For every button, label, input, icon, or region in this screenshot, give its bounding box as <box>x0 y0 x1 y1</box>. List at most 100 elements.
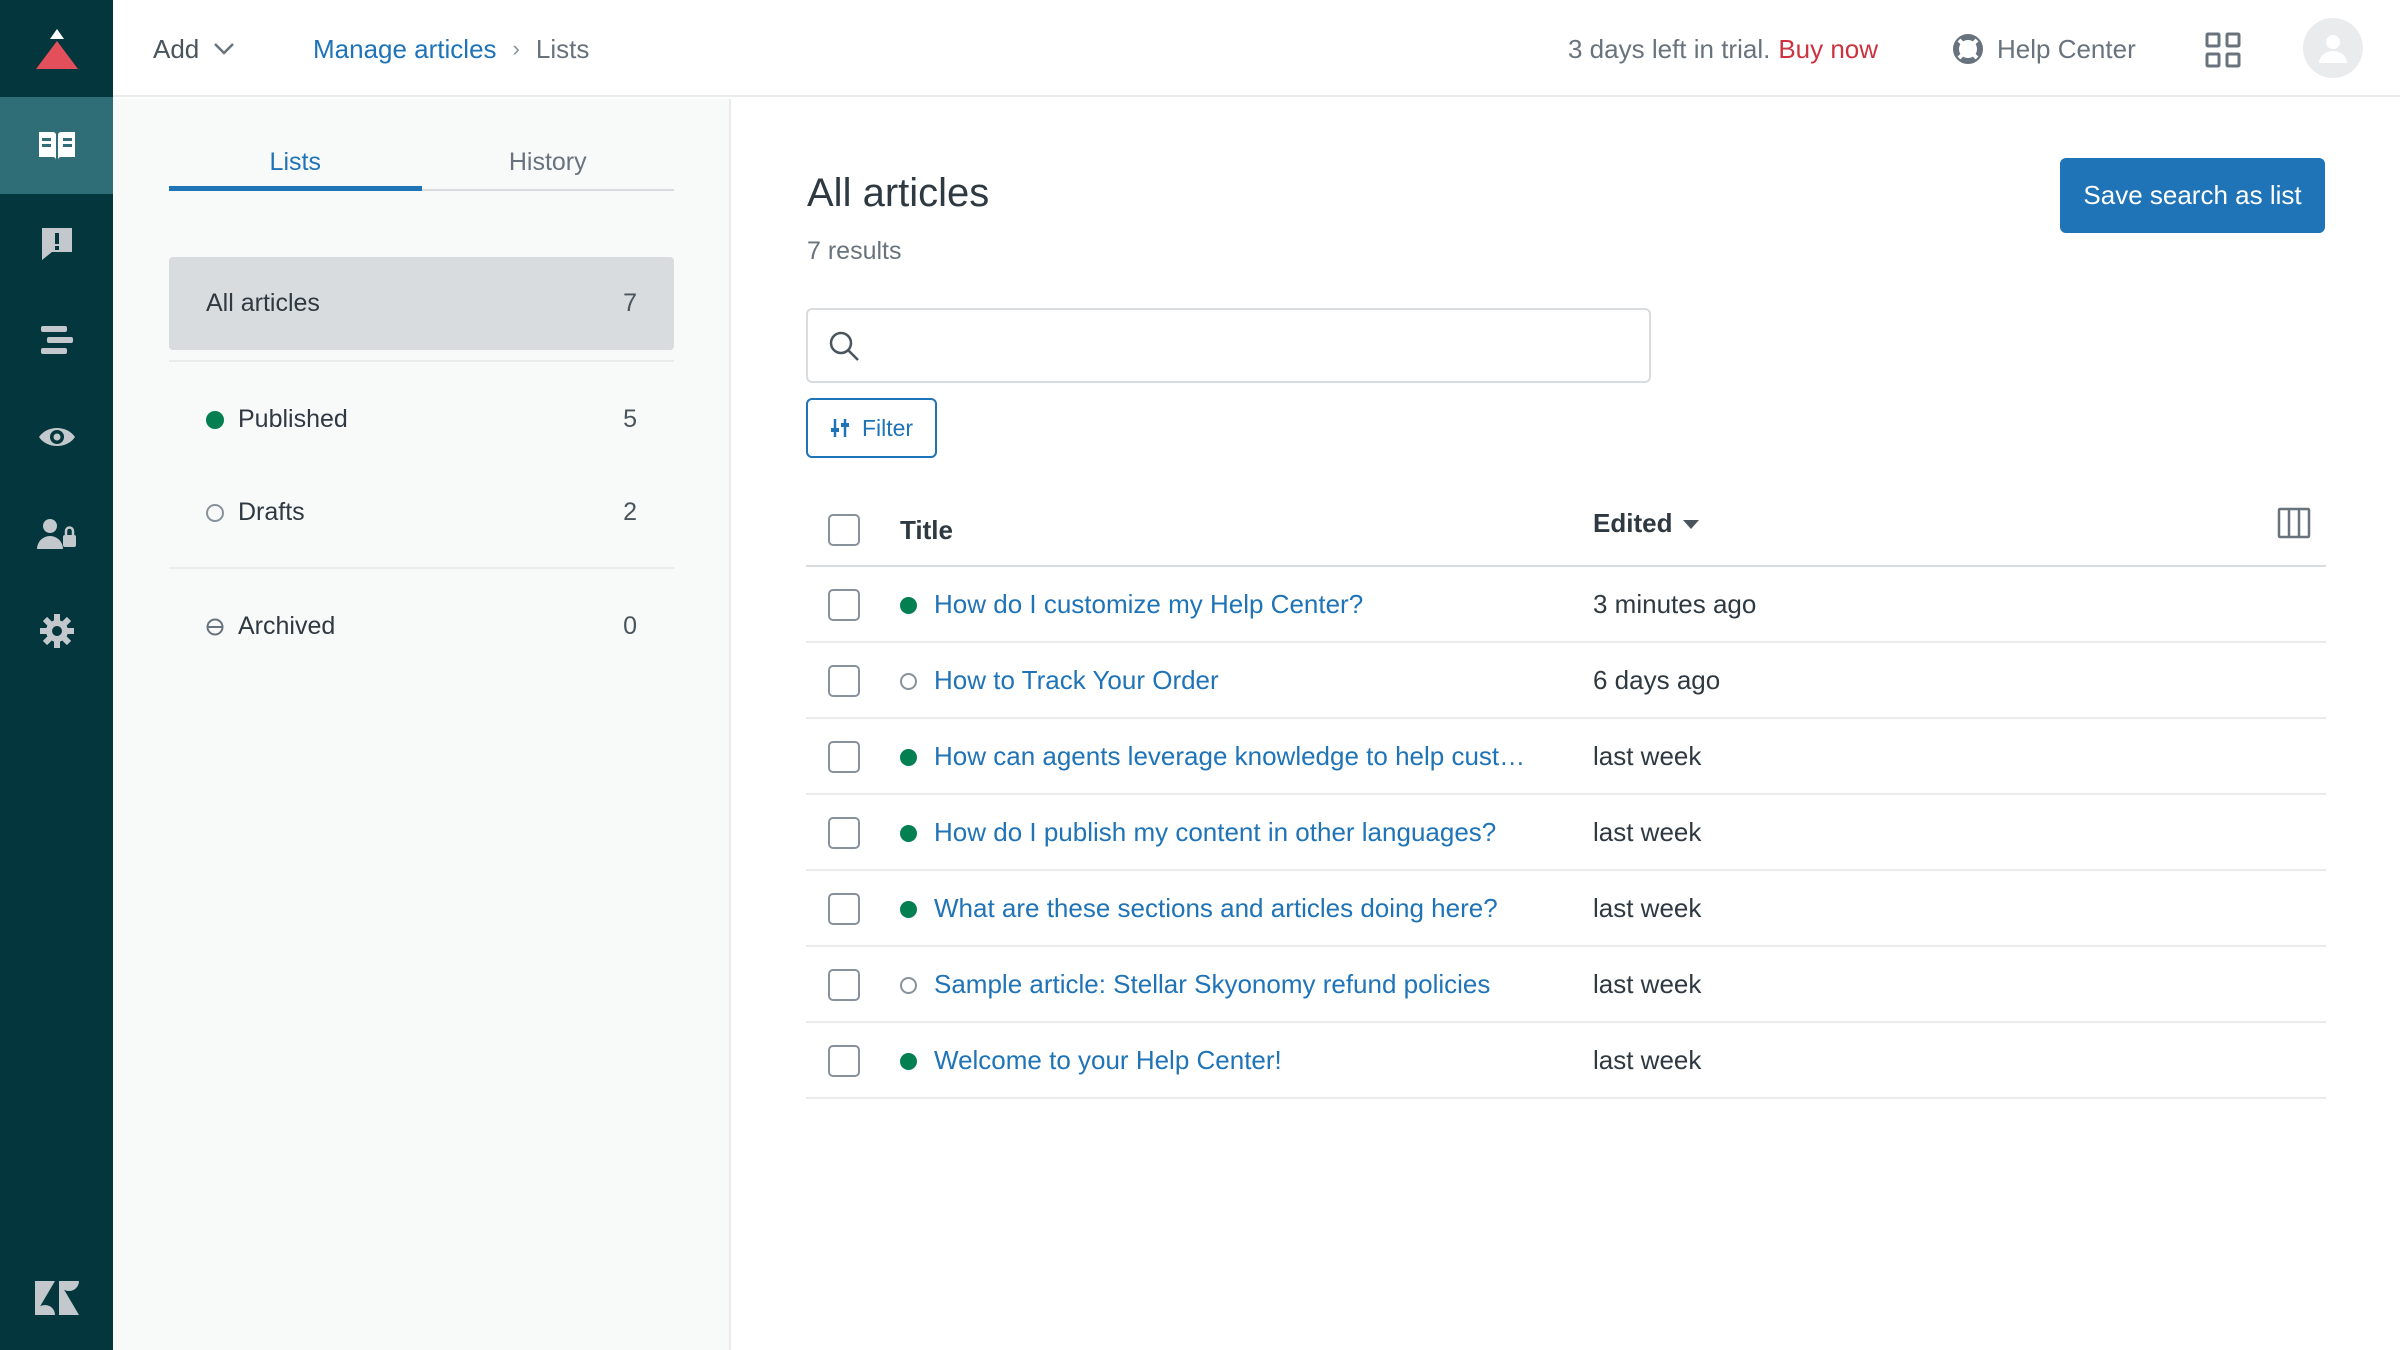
published-dot-icon <box>206 410 224 429</box>
row-checkbox[interactable] <box>828 1045 860 1077</box>
search-input[interactable] <box>876 315 1649 376</box>
guide-logo[interactable] <box>0 0 113 97</box>
row-checkbox[interactable] <box>828 969 860 1001</box>
user-avatar[interactable] <box>2303 18 2363 78</box>
list-all-articles[interactable]: All articles 7 <box>169 257 674 350</box>
panel-tabs: Lists History <box>169 139 674 191</box>
article-title-link[interactable]: What are these sections and articles doi… <box>934 893 1498 924</box>
buy-now-link[interactable]: Buy now <box>1778 34 1878 65</box>
trial-notice: 3 days left in trial. Buy now <box>1568 30 1878 68</box>
list-label-text: Drafts <box>238 498 305 526</box>
table-row[interactable]: Sample article: Stellar Skyonomy refund … <box>806 947 2326 1023</box>
page-title: All articles <box>807 171 990 215</box>
rail-user-permissions[interactable] <box>0 485 113 582</box>
article-title-link[interactable]: How do I publish my content in other lan… <box>934 817 1496 848</box>
articles-table: Title Edited How do I customize my Help … <box>806 489 2326 1099</box>
select-all-checkbox[interactable] <box>828 514 860 546</box>
article-edited: last week <box>1593 1045 1702 1075</box>
rail-preview[interactable] <box>0 388 113 485</box>
help-center-label: Help Center <box>1997 33 2136 64</box>
main-content: All articles 7 results Save search as li… <box>733 99 2400 1350</box>
table-row[interactable]: What are these sections and articles doi… <box>806 871 2326 947</box>
zendesk-logo-icon <box>34 1281 79 1315</box>
article-edited: 6 days ago <box>1593 665 1721 695</box>
article-title-link[interactable]: Welcome to your Help Center! <box>934 1045 1282 1076</box>
list-count: 7 <box>623 289 637 317</box>
table-row[interactable]: How do I customize my Help Center? 3 minu… <box>806 567 2326 643</box>
gear-icon <box>39 613 74 648</box>
article-title-link[interactable]: How can agents leverage knowledge to hel… <box>934 741 1534 772</box>
table-row[interactable]: Welcome to your Help Center! last week <box>806 1023 2326 1099</box>
help-center-link[interactable]: Help Center <box>1953 28 2136 70</box>
row-checkbox[interactable] <box>828 665 860 697</box>
zendesk-logo[interactable] <box>0 1268 113 1328</box>
table-row[interactable]: How to Track Your Order 6 days ago <box>806 643 2326 719</box>
grid-icon <box>2205 32 2241 68</box>
rail-arrange[interactable] <box>0 291 113 388</box>
list-label: Published <box>206 405 623 434</box>
list-count: 2 <box>623 498 637 526</box>
list-label-text: Published <box>238 405 348 433</box>
article-edited: 3 minutes ago <box>1593 589 1757 619</box>
tab-lists[interactable]: Lists <box>169 139 422 191</box>
list-label: Archived <box>206 612 623 641</box>
add-menu[interactable]: Add <box>153 30 235 68</box>
breadcrumb-manage-articles[interactable]: Manage articles <box>313 34 497 65</box>
list-label-text: Archived <box>238 612 336 640</box>
article-title-link[interactable]: How to Track Your Order <box>934 665 1219 696</box>
draft-dot-icon <box>206 503 224 522</box>
published-dot-icon <box>900 901 917 918</box>
rail-alerts[interactable] <box>0 194 113 291</box>
knowledge-icon <box>38 131 75 160</box>
tab-history[interactable]: History <box>422 139 675 189</box>
save-search-as-list-button[interactable]: Save search as list <box>2060 158 2325 233</box>
sort-down-icon <box>1683 519 1700 529</box>
alert-icon <box>41 227 72 260</box>
product-rail <box>0 0 113 1350</box>
lifebuoy-icon <box>1953 34 1983 64</box>
list-count: 0 <box>623 612 637 640</box>
row-checkbox[interactable] <box>828 589 860 621</box>
search-box <box>806 308 1651 383</box>
columns-button[interactable] <box>2276 505 2312 541</box>
rail-settings[interactable] <box>0 582 113 679</box>
list-count: 5 <box>623 405 637 433</box>
list-drafts[interactable]: Drafts 2 <box>169 466 674 559</box>
column-edited-sort[interactable]: Edited <box>1593 508 1700 539</box>
article-title-link[interactable]: Sample article: Stellar Skyonomy refund … <box>934 969 1490 1000</box>
list-label: All articles <box>206 289 320 317</box>
user-permissions-icon <box>36 518 76 549</box>
trial-text: 3 days left in trial. <box>1568 33 1771 64</box>
table-body: How do I customize my Help Center? 3 minu… <box>806 567 2326 1099</box>
article-title-link[interactable]: How do I customize my Help Center? <box>934 589 1363 620</box>
list-label: Drafts <box>206 498 623 527</box>
filter-button[interactable]: Filter <box>806 398 937 458</box>
guide-logo-icon <box>35 28 78 69</box>
row-checkbox[interactable] <box>828 741 860 773</box>
article-edited: last week <box>1593 741 1702 771</box>
results-count: 7 results <box>807 237 902 265</box>
list-published[interactable]: Published 5 <box>169 373 674 466</box>
published-dot-icon <box>900 749 917 766</box>
columns-icon <box>2277 507 2311 539</box>
row-checkbox[interactable] <box>828 817 860 849</box>
breadcrumb: Manage articles › Lists <box>313 30 589 68</box>
product-tray-button[interactable] <box>2203 30 2243 70</box>
chevron-down-icon <box>214 43 235 55</box>
eye-icon <box>38 427 75 446</box>
list-archived[interactable]: Archived 0 <box>169 580 674 673</box>
breadcrumb-lists: Lists <box>535 33 590 64</box>
table-header: Title Edited <box>806 489 2326 567</box>
table-row[interactable]: How can agents leverage knowledge to hel… <box>806 719 2326 795</box>
chevron-right-icon: › <box>512 36 520 61</box>
published-dot-icon <box>900 825 917 842</box>
rail-knowledge[interactable] <box>0 97 113 194</box>
sliders-icon <box>830 419 849 437</box>
published-dot-icon <box>900 597 917 614</box>
table-row[interactable]: How do I publish my content in other lan… <box>806 795 2326 871</box>
user-icon <box>2319 35 2347 63</box>
row-checkbox[interactable] <box>828 893 860 925</box>
article-edited: last week <box>1593 969 1702 999</box>
arrange-icon <box>40 325 73 354</box>
archived-icon <box>206 618 224 635</box>
